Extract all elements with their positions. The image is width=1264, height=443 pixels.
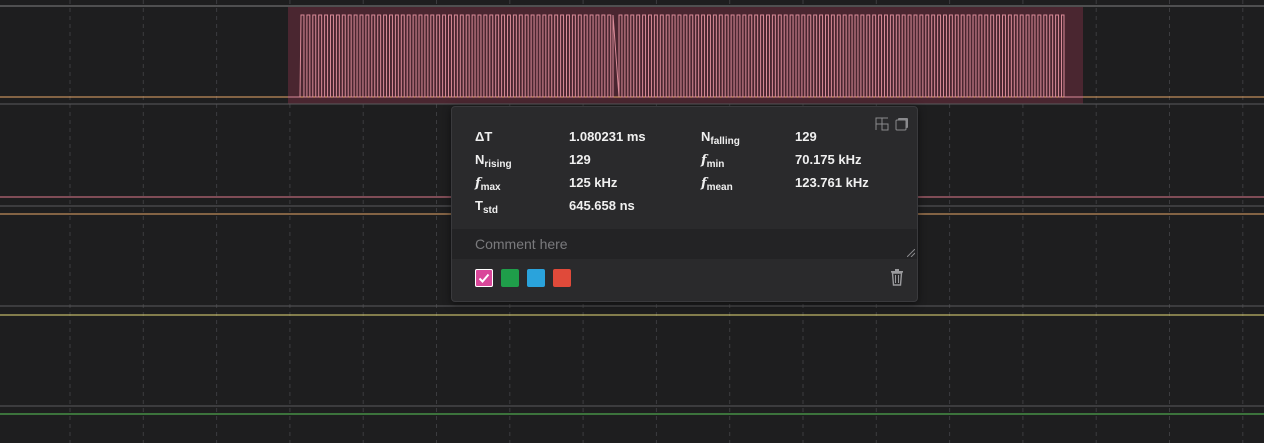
copy-icon[interactable]	[895, 117, 909, 131]
measure-label: fmax	[475, 176, 501, 193]
measure-value: 129	[795, 129, 817, 144]
measure-label: Tstd	[475, 198, 498, 216]
measure-value: 70.175 kHz	[795, 152, 862, 167]
measure-value: 645.658 ns	[569, 198, 635, 213]
comment-area	[452, 229, 917, 259]
trash-icon[interactable]	[889, 268, 905, 286]
measurement-popup: ΔT 1.080231 ms Nfalling 129 Nrising 129 fmin 70…	[451, 106, 918, 302]
measure-label: fmean	[701, 176, 733, 193]
expand-icon[interactable]	[875, 117, 889, 131]
swatch-pink[interactable]	[475, 269, 493, 287]
swatch-blue[interactable]	[527, 269, 545, 287]
check-icon	[478, 273, 490, 283]
resize-grip-icon[interactable]	[907, 249, 915, 257]
color-swatches	[475, 269, 571, 287]
measure-label: Nrising	[475, 152, 512, 170]
popup-actions	[875, 117, 909, 131]
measure-value: 1.080231 ms	[569, 129, 646, 144]
measure-value: 129	[569, 152, 591, 167]
swatch-green[interactable]	[501, 269, 519, 287]
measure-value: 123.761 kHz	[795, 175, 869, 190]
measure-label: fmin	[701, 153, 725, 170]
measure-label: ΔT	[475, 129, 493, 144]
measure-value: 125 kHz	[569, 175, 618, 190]
measure-label: Nfalling	[701, 129, 740, 147]
swatch-red[interactable]	[553, 269, 571, 287]
comment-input[interactable]	[452, 229, 917, 259]
